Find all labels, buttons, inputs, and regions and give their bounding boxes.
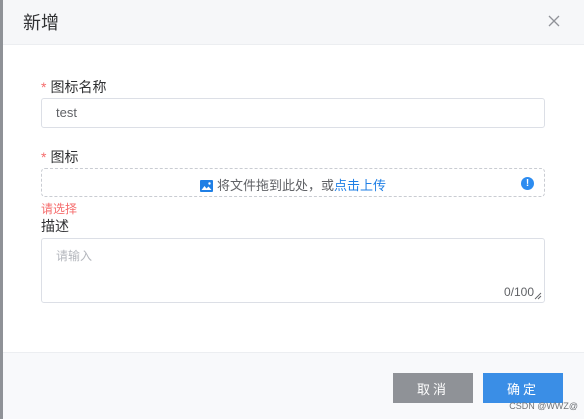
icon-label: * 图标 (41, 147, 78, 167)
upload-dropzone[interactable]: 将文件拖到此处，或点击上传 ! (41, 168, 545, 197)
dialog-footer: 取消 确定 CSDN @WWZ@ (3, 353, 584, 419)
required-mark: * (41, 79, 47, 95)
character-counter: 0/100 (503, 285, 534, 299)
name-label-text: 图标名称 (50, 79, 107, 95)
description-placeholder: 请输入 (56, 249, 93, 263)
close-icon[interactable] (546, 13, 562, 29)
dialog-header: 新增 (3, 0, 584, 45)
dialog-title: 新增 (23, 13, 59, 33)
upload-prompt: 将文件拖到此处，或点击上传 (42, 175, 544, 194)
info-icon[interactable]: ! (521, 177, 534, 190)
confirm-button[interactable]: 确定 (483, 373, 563, 403)
description-label: 描述 (41, 218, 69, 234)
upload-link[interactable]: 点击上传 (334, 178, 386, 193)
upload-text: 将文件拖到此处，或 (216, 178, 334, 193)
cancel-button[interactable]: 取消 (393, 373, 473, 403)
icon-error-message: 请选择 (41, 202, 78, 216)
watermark: CSDN @WWZ@ (509, 401, 578, 411)
description-textarea[interactable]: 请输入 0/100 (41, 238, 545, 303)
name-input[interactable]: test (41, 98, 545, 128)
resize-handle-icon[interactable] (534, 292, 542, 300)
icon-label-text: 图标 (50, 149, 79, 165)
dialog: 新增 * 图标名称 test * 图标 将文件拖到此处，或点击上传 ! 请选择 描述… (3, 0, 584, 419)
required-mark: * (41, 149, 47, 165)
name-label: * 图标名称 (41, 77, 106, 97)
image-icon (199, 180, 213, 192)
